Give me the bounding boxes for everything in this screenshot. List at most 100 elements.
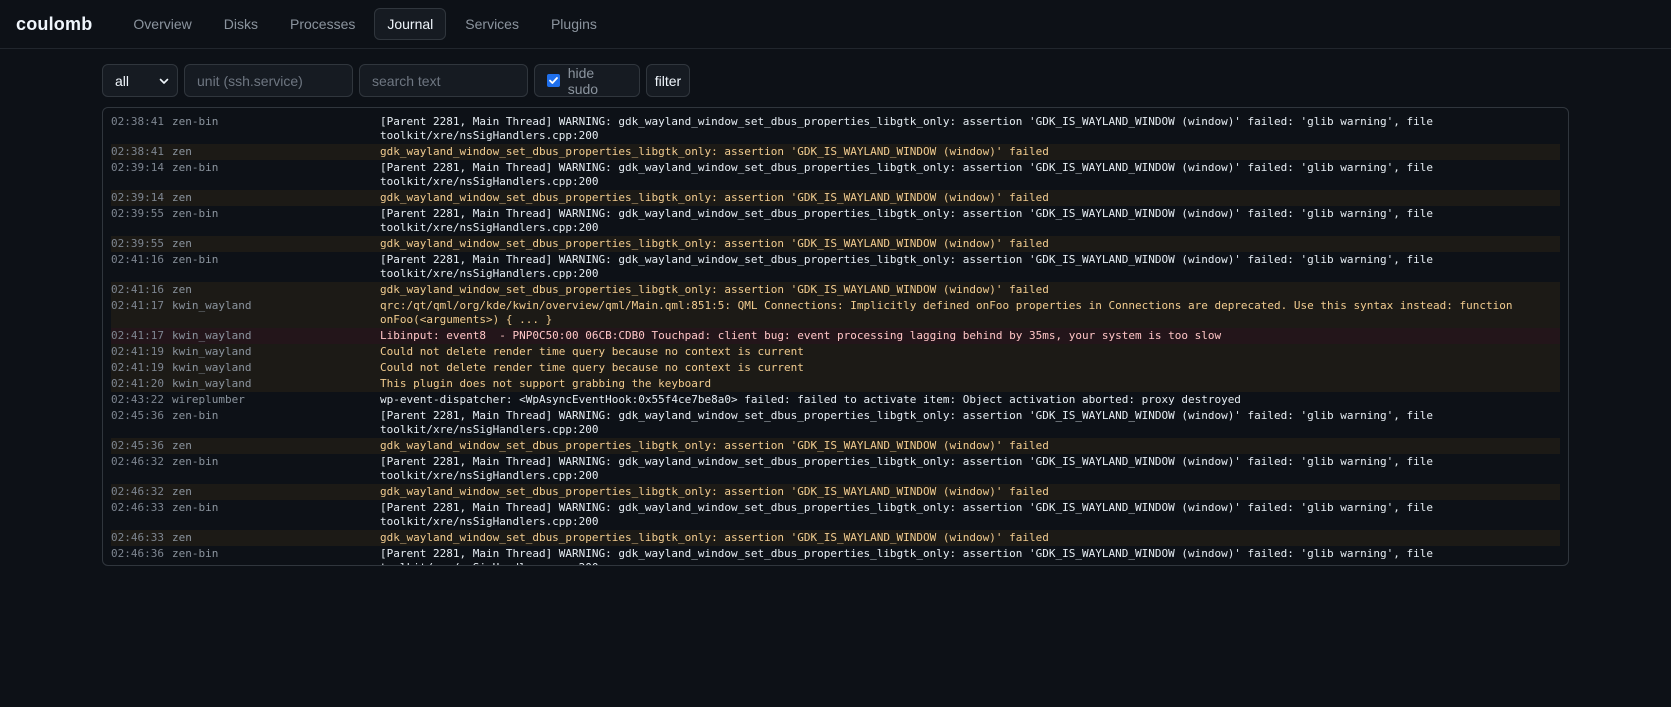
log-row: 02:39:55 zen-bin [Parent 2281, Main Thread… xyxy=(111,206,1560,236)
journal-log-list: 02:38:41 zen-bin [Parent 2281, Main Thread… xyxy=(111,114,1560,565)
log-timestamp: 02:38:41 xyxy=(111,115,164,128)
tab-overview[interactable]: Overview xyxy=(120,8,204,40)
log-unit: kwin_wayland xyxy=(172,377,252,390)
tab-services[interactable]: Services xyxy=(452,8,532,40)
log-message: gdk_wayland_window_set_dbus_properties_l… xyxy=(380,531,1049,544)
log-timestamp: 02:39:14 xyxy=(111,191,164,204)
log-timestamp: 02:46:33 xyxy=(111,531,164,544)
log-timestamp: 02:46:36 xyxy=(111,547,164,560)
log-unit: kwin_wayland xyxy=(172,345,252,358)
log-unit: kwin_wayland xyxy=(172,329,252,342)
log-row: 02:41:19 kwin_wayland Could not delete ren… xyxy=(111,360,1560,376)
log-timestamp: 02:46:33 xyxy=(111,501,164,514)
filter-button[interactable]: filter xyxy=(646,64,690,97)
tab-plugins[interactable]: Plugins xyxy=(538,8,610,40)
log-unit: zen xyxy=(172,531,192,544)
log-timestamp: 02:45:36 xyxy=(111,409,164,422)
log-unit: zen xyxy=(172,237,192,250)
log-message: [Parent 2281, Main Thread] WARNING: gdk_… xyxy=(380,455,1433,482)
log-message: Could not delete render time query becau… xyxy=(380,361,804,374)
log-timestamp: 02:46:32 xyxy=(111,455,164,468)
log-timestamp: 02:45:36 xyxy=(111,439,164,452)
journal-log-panel[interactable]: 02:38:41 zen-bin [Parent 2281, Main Thread… xyxy=(102,107,1569,566)
log-timestamp: 02:46:32 xyxy=(111,485,164,498)
log-message: gdk_wayland_window_set_dbus_properties_l… xyxy=(380,191,1049,204)
log-timestamp: 02:41:19 xyxy=(111,345,164,358)
log-unit: zen xyxy=(172,145,192,158)
log-unit: zen-bin xyxy=(172,115,219,128)
log-unit: zen-bin xyxy=(172,547,219,560)
log-timestamp: 02:41:16 xyxy=(111,283,164,296)
log-row: 02:45:36 zen-bin [Parent 2281, Main Thread… xyxy=(111,408,1560,438)
log-row: 02:39:55 zen gdk_wayland_window_set_dbus_p… xyxy=(111,236,1560,252)
log-row: 02:46:36 zen-bin [Parent 2281, Main Thread… xyxy=(111,546,1560,565)
log-unit: kwin_wayland xyxy=(172,361,252,374)
log-message: gdk_wayland_window_set_dbus_properties_l… xyxy=(380,283,1049,296)
log-timestamp: 02:39:55 xyxy=(111,237,164,250)
log-row: 02:41:19 kwin_wayland Could not delete ren… xyxy=(111,344,1560,360)
log-unit: zen xyxy=(172,191,192,204)
log-timestamp: 02:41:16 xyxy=(111,253,164,266)
log-row: 02:46:32 zen gdk_wayland_window_set_dbus_p… xyxy=(111,484,1560,500)
log-row: 02:41:17 kwin_wayland Libinput: event8 - P… xyxy=(111,328,1560,344)
log-unit: kwin_wayland xyxy=(172,299,252,312)
log-message: Could not delete render time query becau… xyxy=(380,345,804,358)
log-row: 02:41:17 kwin_wayland qrc:/qt/qml/org/kde/… xyxy=(111,298,1560,328)
log-row: 02:39:14 zen-bin [Parent 2281, Main Thread… xyxy=(111,160,1560,190)
log-message: qrc:/qt/qml/org/kde/kwin/overview/qml/Ma… xyxy=(380,299,1513,326)
log-message: Libinput: event8 - PNP0C50:00 06CB:CDB0 … xyxy=(380,329,1222,342)
log-timestamp: 02:39:55 xyxy=(111,207,164,220)
log-unit: zen-bin xyxy=(172,253,219,266)
log-unit: zen-bin xyxy=(172,161,219,174)
log-timestamp: 02:41:17 xyxy=(111,299,164,312)
log-message: [Parent 2281, Main Thread] WARNING: gdk_… xyxy=(380,115,1433,142)
log-unit: zen-bin xyxy=(172,455,219,468)
log-row: 02:41:20 kwin_wayland This plugin does not… xyxy=(111,376,1560,392)
hide-sudo-label: hide sudo xyxy=(567,64,599,97)
hide-sudo-checkbox[interactable] xyxy=(547,74,560,87)
log-row: 02:45:36 zen gdk_wayland_window_set_dbus_p… xyxy=(111,438,1560,454)
log-message: gdk_wayland_window_set_dbus_properties_l… xyxy=(380,485,1049,498)
log-row: 02:43:22 wireplumber wp-event-dispatcher: … xyxy=(111,392,1560,408)
log-unit: zen xyxy=(172,439,192,452)
log-row: 02:46:33 zen gdk_wayland_window_set_dbus_p… xyxy=(111,530,1560,546)
log-message: gdk_wayland_window_set_dbus_properties_l… xyxy=(380,237,1049,250)
log-unit: wireplumber xyxy=(172,393,245,406)
log-row: 02:41:16 zen-bin [Parent 2281, Main Thread… xyxy=(111,252,1560,282)
log-message: [Parent 2281, Main Thread] WARNING: gdk_… xyxy=(380,253,1433,280)
log-message: [Parent 2281, Main Thread] WARNING: gdk_… xyxy=(380,501,1433,528)
log-message: [Parent 2281, Main Thread] WARNING: gdk_… xyxy=(380,207,1433,234)
log-message: [Parent 2281, Main Thread] WARNING: gdk_… xyxy=(380,409,1433,436)
log-message: This plugin does not support grabbing th… xyxy=(380,377,712,390)
log-timestamp: 02:41:20 xyxy=(111,377,164,390)
chevron-down-icon xyxy=(159,78,169,84)
log-timestamp: 02:39:14 xyxy=(111,161,164,174)
log-unit: zen xyxy=(172,283,192,296)
priority-select-value: all xyxy=(115,72,130,89)
log-unit: zen xyxy=(172,485,192,498)
log-message: [Parent 2281, Main Thread] WARNING: gdk_… xyxy=(380,547,1433,565)
log-row: 02:46:32 zen-bin [Parent 2281, Main Thread… xyxy=(111,454,1560,484)
log-message: [Parent 2281, Main Thread] WARNING: gdk_… xyxy=(380,161,1433,188)
log-unit: zen-bin xyxy=(172,501,219,514)
journal-filters: all hide sudo filter xyxy=(102,64,690,97)
hide-sudo-toggle[interactable]: hide sudo xyxy=(534,64,640,97)
search-input-wrap xyxy=(359,64,528,97)
top-bar: coulomb Overview Disks Processes Journal… xyxy=(0,0,1671,49)
log-row: 02:39:14 zen gdk_wayland_window_set_dbus_p… xyxy=(111,190,1560,206)
log-unit: zen-bin xyxy=(172,409,219,422)
log-timestamp: 02:41:19 xyxy=(111,361,164,374)
search-input[interactable] xyxy=(370,71,517,90)
log-message: gdk_wayland_window_set_dbus_properties_l… xyxy=(380,439,1049,452)
log-timestamp: 02:43:22 xyxy=(111,393,164,406)
log-message: wp-event-dispatcher: <WpAsyncEventHook:0… xyxy=(380,393,1241,406)
log-message: gdk_wayland_window_set_dbus_properties_l… xyxy=(380,145,1049,158)
log-unit: zen-bin xyxy=(172,207,219,220)
priority-select[interactable]: all xyxy=(102,64,178,97)
tab-processes[interactable]: Processes xyxy=(277,8,368,40)
tab-journal[interactable]: Journal xyxy=(374,8,447,40)
tab-disks[interactable]: Disks xyxy=(211,8,271,40)
log-timestamp: 02:41:17 xyxy=(111,329,164,342)
unit-input[interactable] xyxy=(195,71,342,90)
checkmark-icon xyxy=(548,77,558,84)
